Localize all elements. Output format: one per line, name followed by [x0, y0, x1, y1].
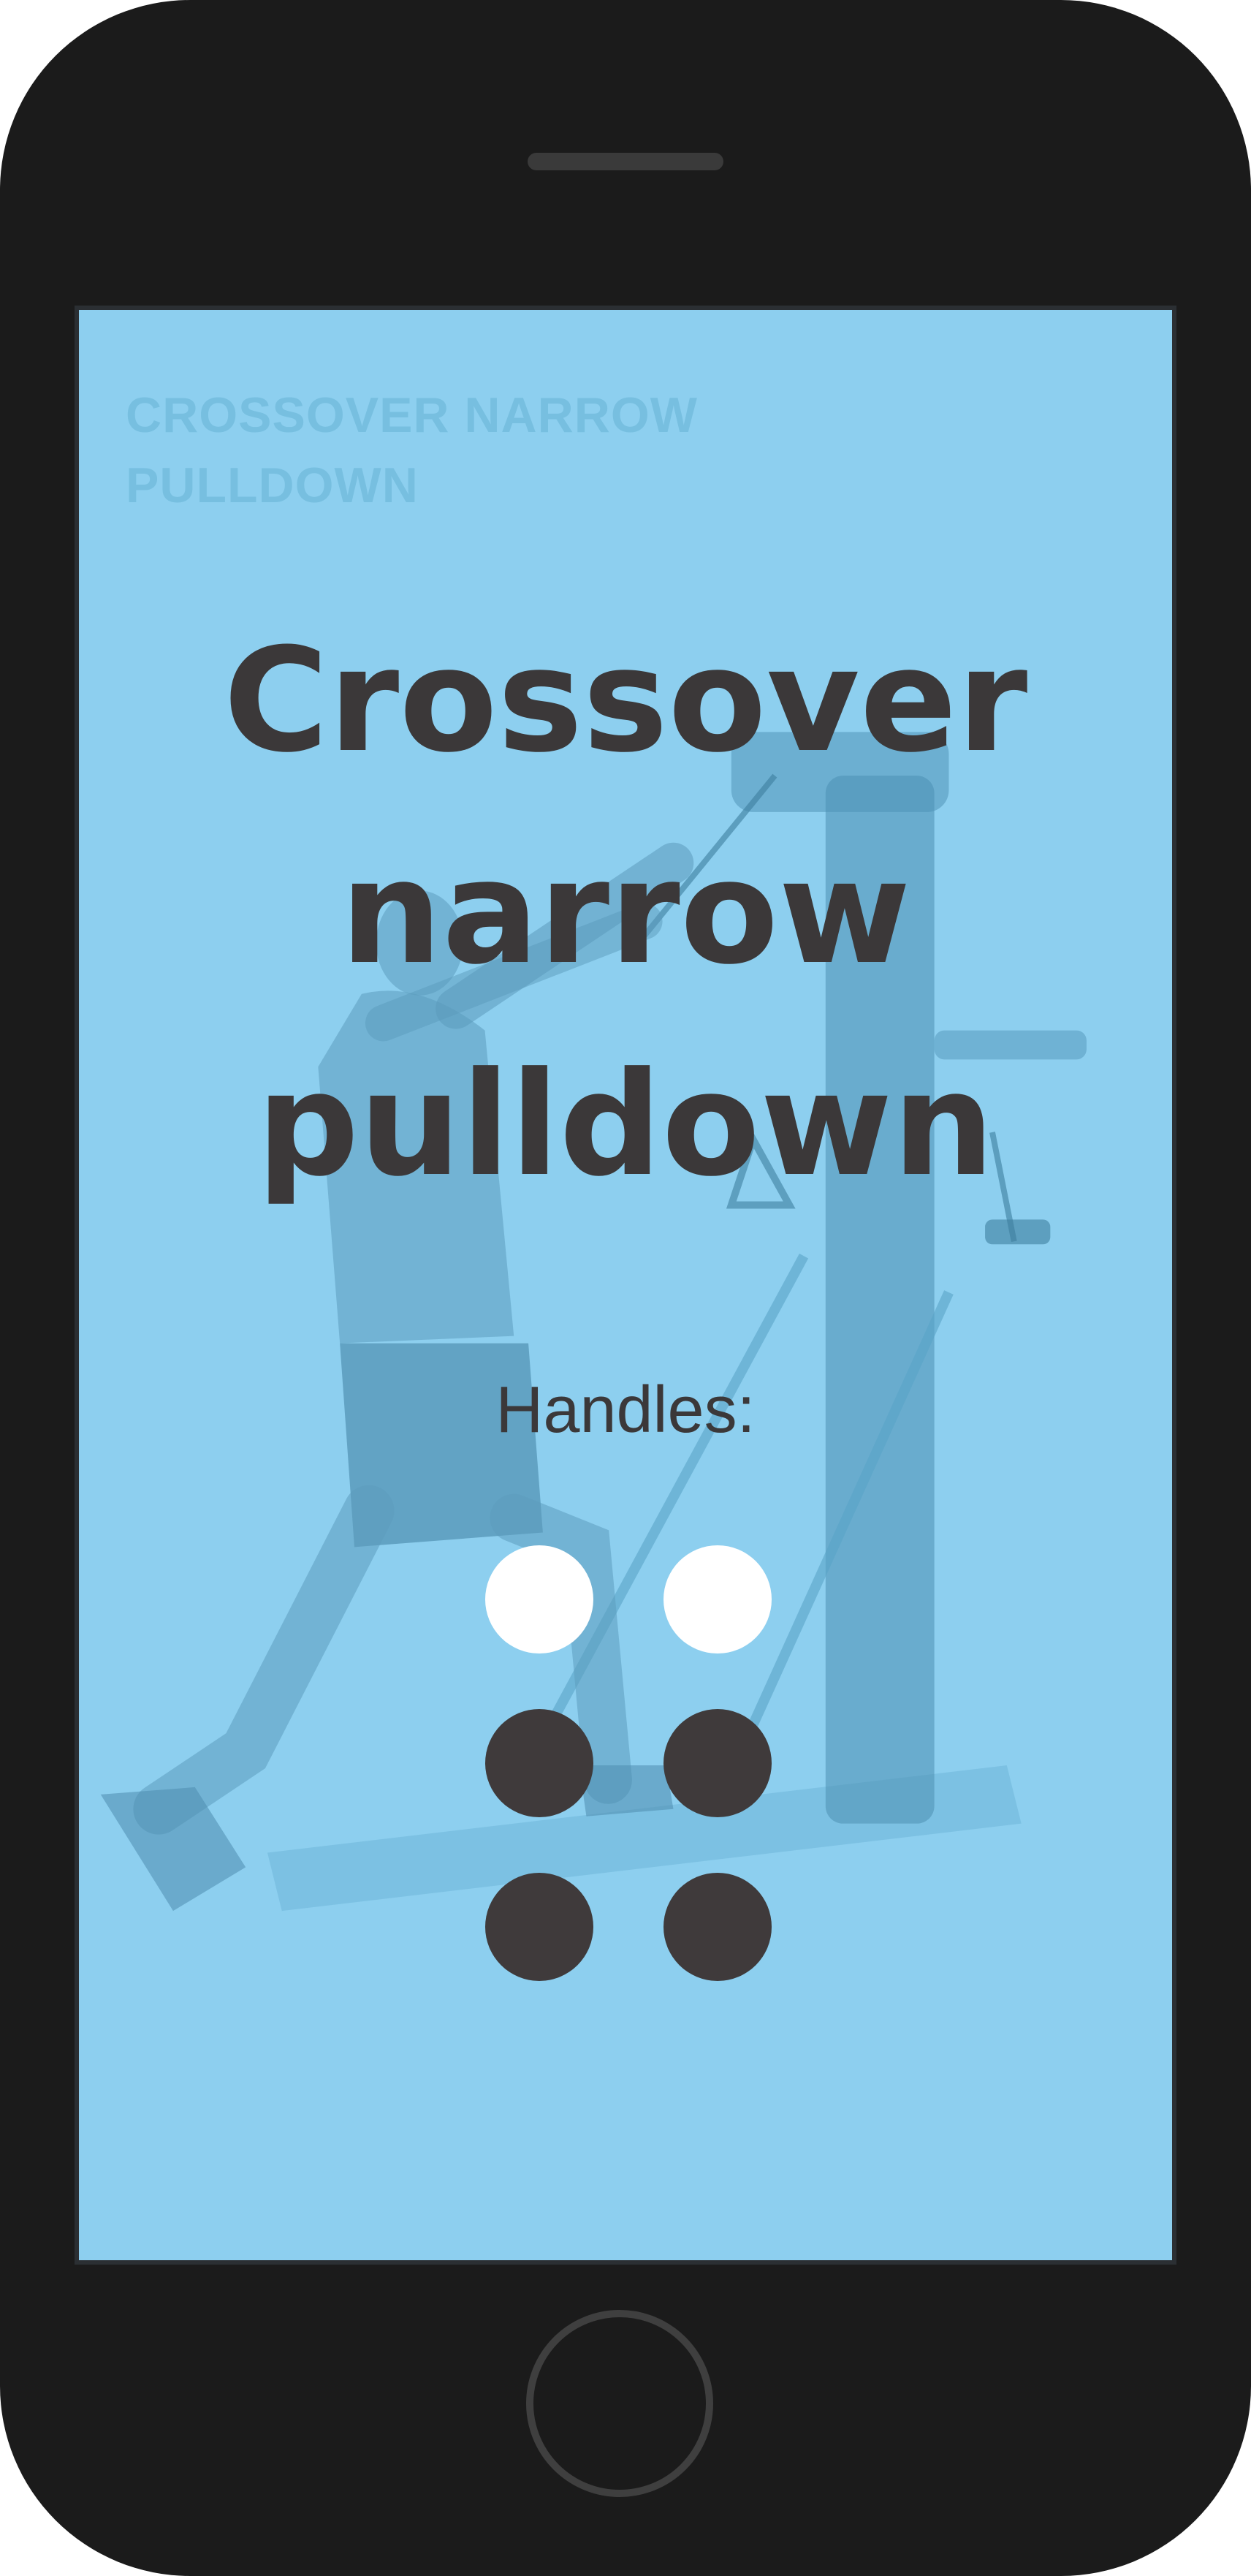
- handle-bottom-left-dot: [485, 1873, 593, 1981]
- home-button[interactable]: [526, 2310, 713, 2497]
- handle-middle-left-dot: [485, 1709, 593, 1817]
- exercise-name-label: CROSSOVER NARROW PULLDOWN: [126, 387, 698, 513]
- handle-top-right-dot: [663, 1545, 772, 1653]
- handle-bottom-right-dot: [663, 1873, 772, 1981]
- handles-label: Handles:: [495, 1374, 756, 1447]
- handle-middle-right-dot: [663, 1709, 772, 1817]
- handle-top-left-dot: [485, 1545, 593, 1653]
- handles-indicator: [485, 1545, 772, 1981]
- speaker-grille: [528, 153, 723, 170]
- exercise-title: Crossover narrow pulldown: [223, 618, 1028, 1208]
- app-screen: CROSSOVER NARROW PULLDOWN Crossover narr…: [75, 306, 1176, 2265]
- phone-frame: CROSSOVER NARROW PULLDOWN Crossover narr…: [0, 0, 1251, 2576]
